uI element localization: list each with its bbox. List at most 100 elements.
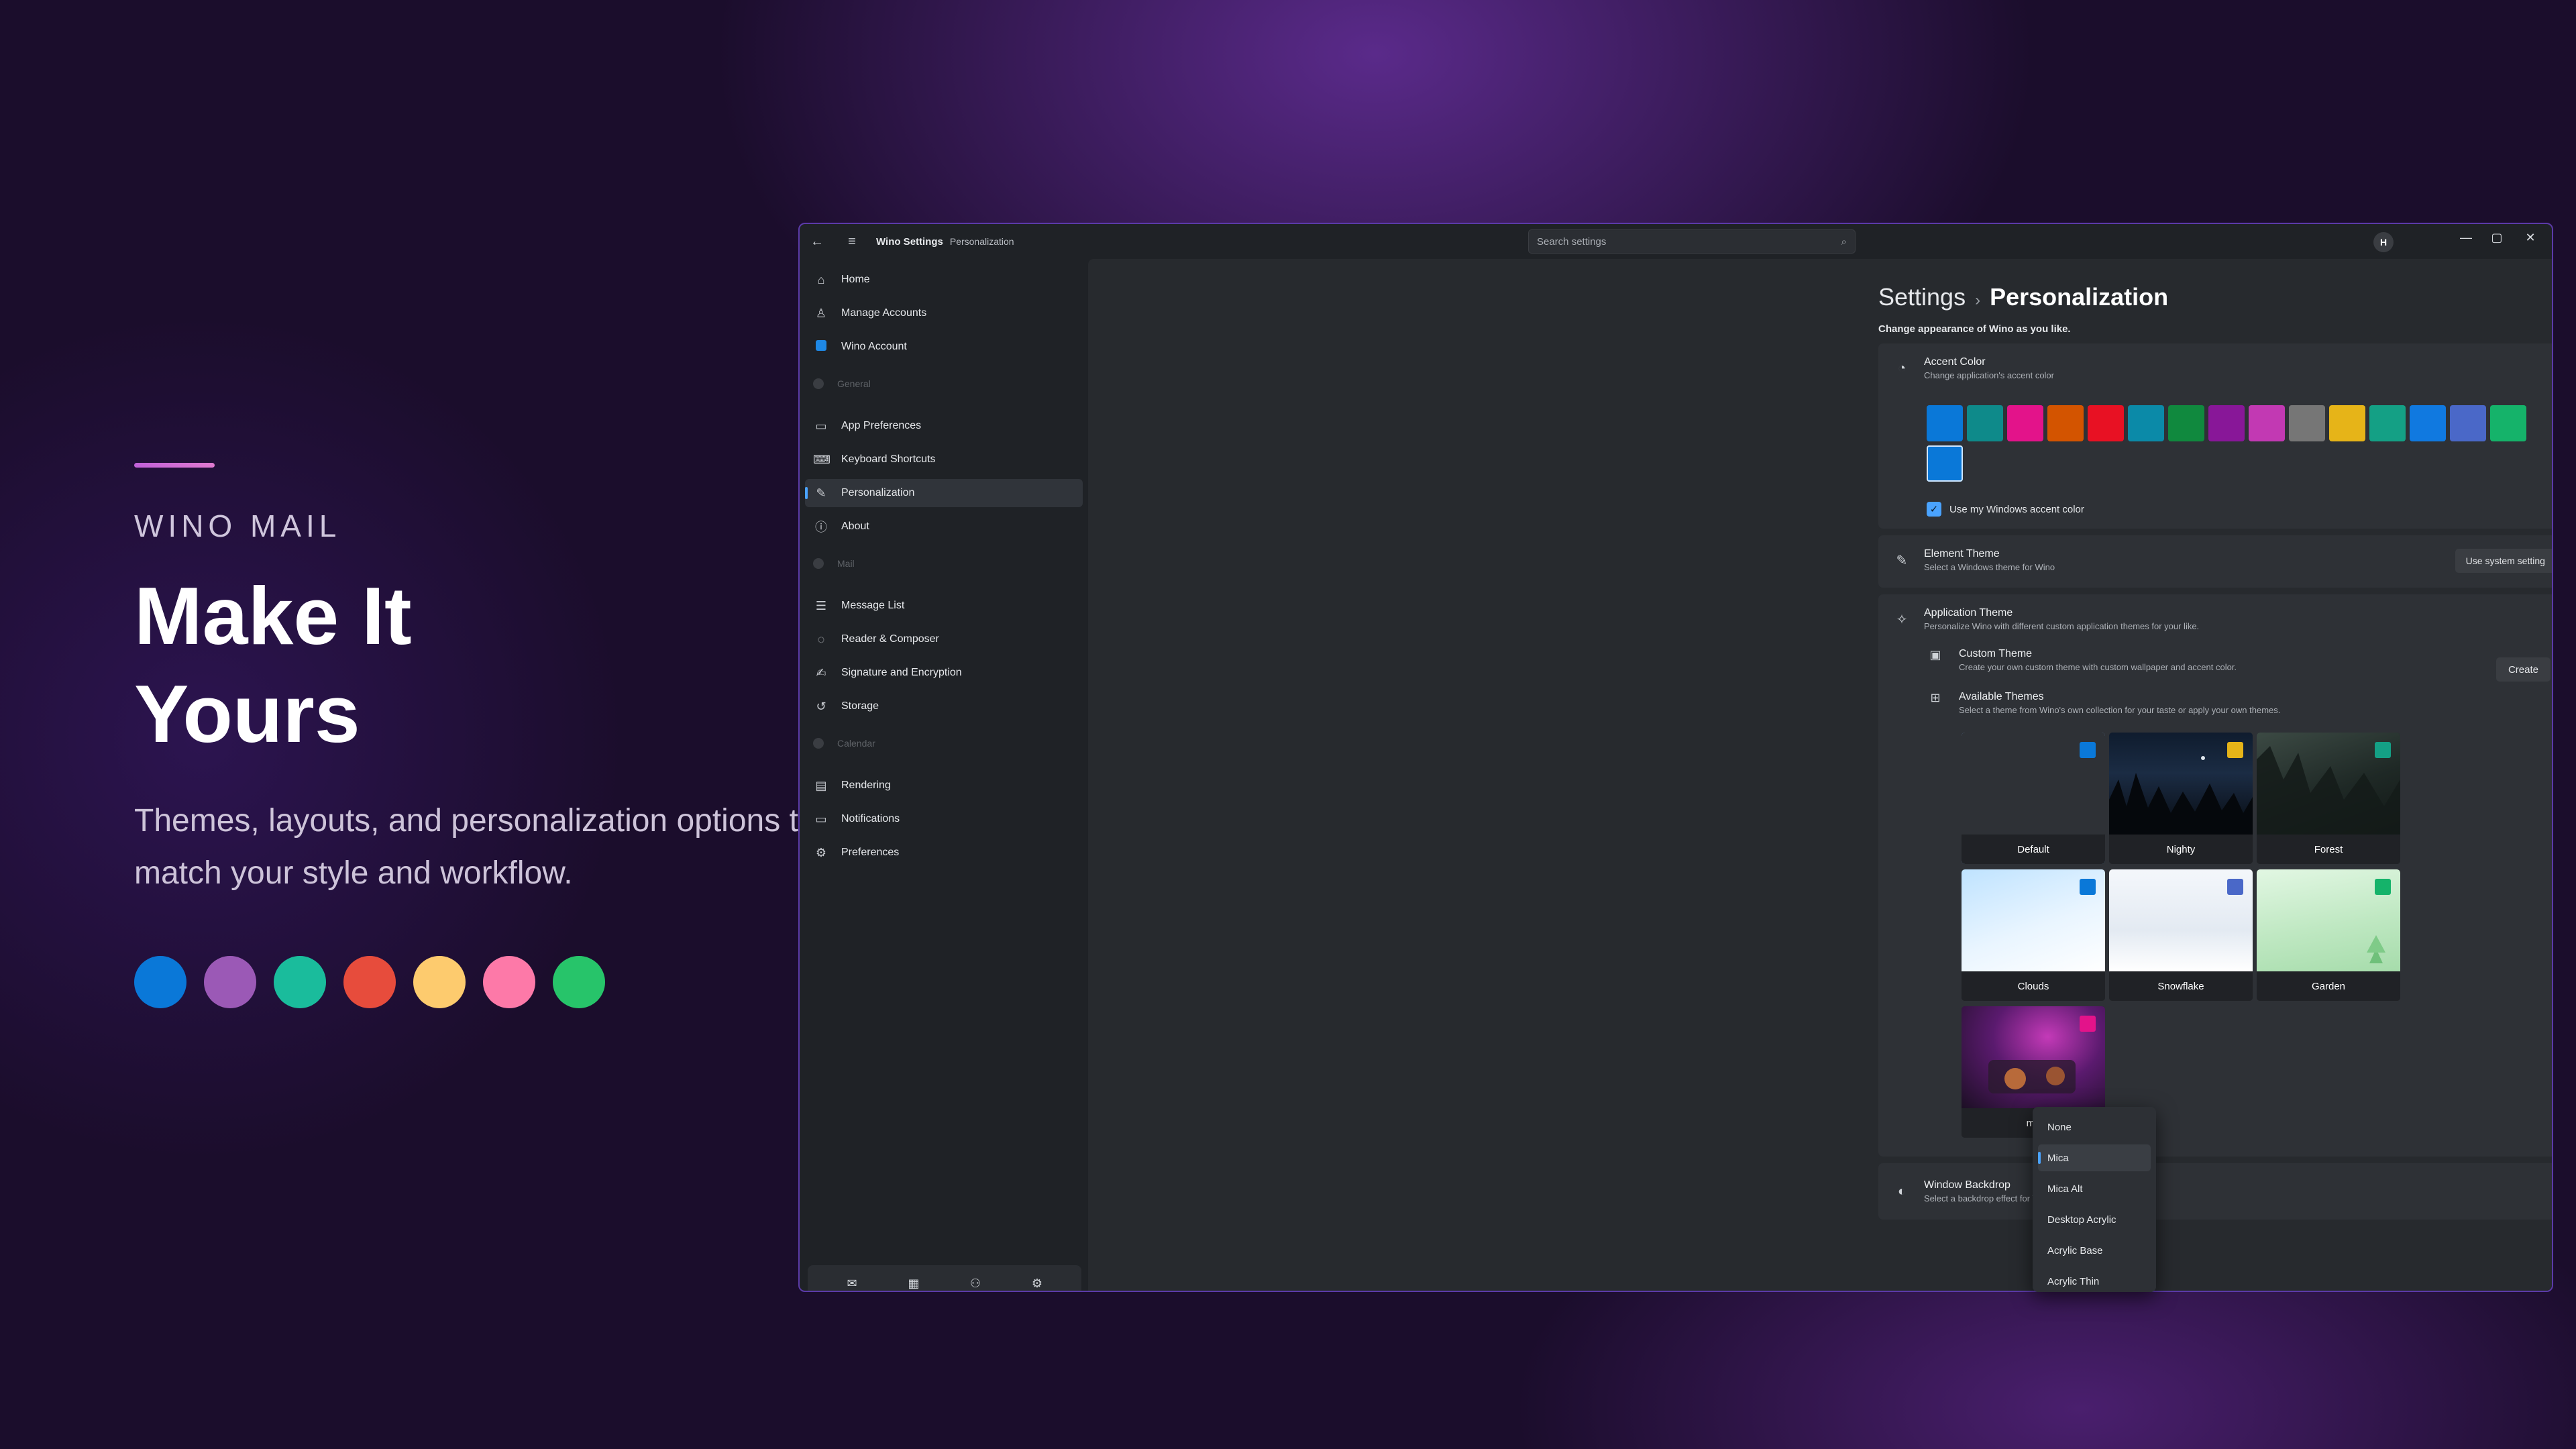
search-input[interactable]: Search settings ⌕ [1528, 229, 1856, 254]
theme-card-clouds[interactable]: Clouds [1962, 869, 2105, 1001]
theme-card-garden[interactable]: Garden [2257, 869, 2400, 1001]
theme-card-nighty[interactable]: Nighty [2109, 733, 2253, 864]
theme-card-default[interactable]: Default [1962, 733, 2105, 864]
accent-color-option[interactable] [2168, 405, 2204, 441]
sidebar-item-keyboard-shortcuts[interactable]: ⌨ Keyboard Shortcuts [805, 445, 1083, 474]
hamburger-menu-icon[interactable]: ≡ [835, 224, 869, 259]
theme-accent-chip [2080, 879, 2096, 895]
theme-card-forest[interactable]: Forest [2257, 733, 2400, 864]
breadcrumb-settings[interactable]: Settings [1878, 283, 1966, 311]
backdrop-option-desktop-acrylic[interactable]: Desktop Acrylic [2038, 1206, 2151, 1233]
sidebar-header-label: Mail [837, 558, 855, 569]
sidebar-item-reader-composer[interactable]: ◌ Reader & Composer [805, 625, 1083, 653]
accent-color-option[interactable] [2329, 405, 2365, 441]
close-icon[interactable]: ✕ [2512, 224, 2549, 251]
sidebar-header-label: Calendar [837, 738, 875, 749]
sidebar-item-signature-encryption[interactable]: ✍ Signature and Encryption [805, 659, 1083, 687]
accent-color-grid [1927, 405, 2552, 482]
theme-accent-chip [2375, 879, 2391, 895]
accent-color-header[interactable]: ◔ Accent Color Change application's acce… [1878, 343, 2552, 393]
accent-color-option[interactable] [2490, 405, 2526, 441]
calendar-icon[interactable]: ▦ [892, 1270, 935, 1291]
sidebar-item-label: Rendering [841, 780, 891, 791]
sidebar-item-storage[interactable]: ↺ Storage [805, 692, 1083, 720]
avatar[interactable]: H [2373, 232, 2394, 252]
sidebar-item-label: Storage [841, 700, 879, 712]
accent-color-option[interactable] [2369, 405, 2406, 441]
backdrop-option-acrylic-base[interactable]: Acrylic Base [2038, 1237, 2151, 1264]
theme-magic-icon: ✧ [1896, 612, 1908, 627]
accent-color-option[interactable] [2128, 405, 2164, 441]
gear-icon: ⚙ [815, 845, 827, 859]
search-icon: ⌕ [1841, 235, 1847, 248]
brand-name: WINO MAIL [134, 508, 341, 543]
accent-color-option[interactable] [1927, 445, 1963, 482]
sidebar-item-manage-accounts[interactable]: ♙ Manage Accounts [805, 299, 1083, 327]
accent-color-option[interactable] [1967, 405, 2003, 441]
sidebar-item-wino-account[interactable]: Wino Account [805, 333, 1083, 361]
application-theme-header[interactable]: ✧ Application Theme Personalize Wino wit… [1878, 594, 2552, 644]
accent-color-option[interactable] [2249, 405, 2285, 441]
sidebar-item-preferences[interactable]: ⚙ Preferences [805, 839, 1083, 867]
brush-icon: ✎ [1896, 553, 1908, 568]
accent-line [134, 463, 215, 468]
mail-icon[interactable]: ✉ [830, 1270, 873, 1291]
windows-accent-label: Use my Windows accent color [1949, 503, 2084, 515]
page-description: Change appearance of Wino as you like. [1878, 323, 2071, 335]
sidebar-item-label: Home [841, 274, 870, 285]
settings-icon[interactable]: ⚙ [1016, 1270, 1059, 1291]
people-icon[interactable]: ⚇ [954, 1270, 997, 1291]
available-themes-title: Available Themes [1959, 691, 2044, 702]
theme-name: Clouds [1962, 971, 2105, 1001]
sidebar-item-label: Personalization [841, 487, 915, 498]
back-arrow-icon[interactable]: ← [800, 224, 835, 259]
sidebar-item-label: Keyboard Shortcuts [841, 453, 936, 465]
bottom-app-switcher: ✉ ▦ ⚇ ⚙ [808, 1265, 1081, 1291]
element-theme-title: Element Theme [1924, 548, 2000, 559]
maximize-icon[interactable]: ▢ [2478, 224, 2516, 251]
hero-title-line-2: Yours [134, 668, 360, 759]
sidebar-item-personalization[interactable]: ✎ Personalization [805, 479, 1083, 507]
checkmark-icon[interactable]: ✓ [1927, 502, 1941, 517]
sidebar-item-about[interactable]: ⓘ About [805, 513, 1083, 541]
image-edit-icon: ▣ [1929, 648, 1941, 661]
theme-name: Snowflake [2109, 971, 2253, 1001]
backdrop-option-acrylic-thin[interactable]: Acrylic Thin [2038, 1268, 2151, 1292]
accent-color-option[interactable] [1927, 405, 1963, 441]
theme-card-snowflake[interactable]: Snowflake [2109, 869, 2253, 1001]
windows-accent-checkbox-row[interactable]: ✓ Use my Windows accent color [1927, 502, 2084, 517]
create-theme-button[interactable]: Create [2496, 657, 2551, 682]
application-theme-card: ✧ Application Theme Personalize Wino wit… [1878, 594, 2552, 1157]
backdrop-option-mica-alt[interactable]: Mica Alt [2038, 1175, 2151, 1202]
sidebar-item-rendering[interactable]: ▤ Rendering [805, 771, 1083, 800]
grid-add-icon: ⊞ [1930, 691, 1941, 704]
wino-logo-icon [813, 339, 829, 354]
backdrop-option-none[interactable]: None [2038, 1114, 2151, 1140]
history-icon: ↺ [816, 699, 826, 713]
theme-name: Forest [2257, 835, 2400, 864]
accent-color-option[interactable] [2450, 405, 2486, 441]
swatch-red [343, 956, 396, 1008]
backdrop-option-mica[interactable]: Mica [2038, 1144, 2151, 1171]
sidebar-header-general: General [813, 378, 871, 389]
backdrop-icon: ◐ [1897, 1183, 1907, 1199]
sidebar-item-notifications[interactable]: ▭ Notifications [805, 805, 1083, 833]
accent-color-option[interactable] [2410, 405, 2446, 441]
hero-panel: WINO MAIL Make It Yours Themes, layouts,… [134, 463, 816, 1008]
sidebar-item-message-list[interactable]: ☰ Message List [805, 592, 1083, 620]
laptop-icon: ▭ [815, 419, 827, 433]
swatch-pink [483, 956, 535, 1008]
accent-color-card: ◔ Accent Color Change application's acce… [1878, 343, 2552, 529]
accent-color-option[interactable] [2088, 405, 2124, 441]
sidebar-item-app-preferences[interactable]: ▭ App Preferences [805, 412, 1083, 440]
element-theme-header: ✎ Element Theme Select a Windows theme f… [1878, 535, 2552, 585]
element-theme-dropdown[interactable]: Use system setting ⌄ [2455, 549, 2552, 573]
custom-theme-description: Create your own custom theme with custom… [1959, 662, 2237, 672]
accent-color-option[interactable] [2047, 405, 2084, 441]
sidebar-item-home[interactable]: ⌂ Home [805, 266, 1083, 294]
accent-color-option[interactable] [2007, 405, 2043, 441]
accent-color-option[interactable] [2208, 405, 2245, 441]
home-icon: ⌂ [817, 272, 825, 286]
accent-color-option[interactable] [2289, 405, 2325, 441]
sidebar-item-label: Message List [841, 600, 905, 611]
